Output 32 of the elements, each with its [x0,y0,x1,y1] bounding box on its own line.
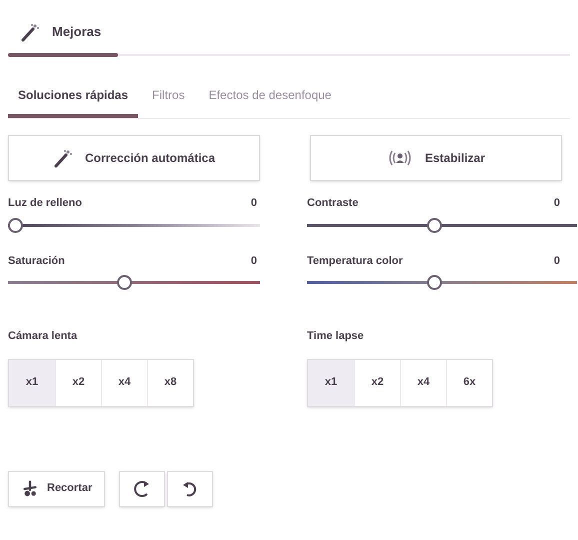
slider-value: 0 [554,196,560,211]
magic-wand-icon [52,148,73,168]
magic-wand-icon [20,22,40,42]
speed-option[interactable]: x1 [308,360,354,406]
action-button[interactable]: Corrección automática [8,135,260,181]
speed-option[interactable]: x1 [9,360,55,406]
speed-option[interactable]: x8 [147,360,193,406]
speed-option[interactable]: x4 [101,360,147,406]
slider-thumb[interactable] [8,218,23,232]
person-waves-icon [386,148,413,168]
slider-value: 0 [250,254,257,268]
slider-value: 0 [250,196,257,211]
panel-title: Mejoras [52,23,102,42]
slider-thumb[interactable] [426,218,442,232]
slider-label: Contraste [307,196,358,211]
group-label: Time lapse [307,329,365,344]
trim-button[interactable]: Recortar [8,470,106,506]
slider-label: Temperatura color [307,254,403,268]
action-button[interactable]: Estabilizar [310,135,562,181]
slider-label: Luz de relleno [8,196,82,211]
speed-option[interactable]: x2 [354,360,400,406]
speed-option[interactable]: x4 [400,360,446,406]
speed-option[interactable]: x2 [55,360,101,406]
slider-value: 0 [554,254,560,268]
slider-thumb[interactable] [426,275,442,290]
rotate-button[interactable] [167,470,214,506]
speed-option[interactable]: 6x [446,360,492,406]
slider-label: Saturación [8,254,65,268]
tab[interactable]: Soluciones rápidas [8,86,138,118]
group-label: Cámara lenta [8,329,78,344]
slider-thumb[interactable] [117,275,132,290]
rotate-button[interactable] [119,470,166,506]
